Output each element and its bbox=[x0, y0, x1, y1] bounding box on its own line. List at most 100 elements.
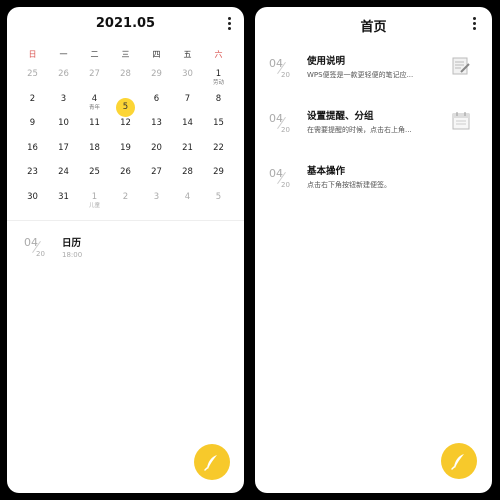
day-number: 27 bbox=[89, 69, 100, 79]
day-number: 28 bbox=[182, 167, 193, 177]
calendar-day[interactable]: 18 bbox=[79, 143, 110, 166]
calendar-day[interactable]: 19 bbox=[110, 143, 141, 166]
calendar-day[interactable]: 26 bbox=[48, 69, 79, 92]
calendar-day[interactable]: 27 bbox=[79, 69, 110, 92]
day-number: 29 bbox=[213, 167, 224, 177]
calendar-day[interactable]: 26 bbox=[110, 167, 141, 190]
divider bbox=[7, 220, 244, 221]
calendar-day[interactable]: 23 bbox=[17, 167, 48, 190]
calendar-day[interactable]: 5 bbox=[203, 192, 234, 215]
day-number: 1 bbox=[91, 191, 98, 202]
calendar-day[interactable]: 25 bbox=[17, 69, 48, 92]
calendar-day[interactable]: 24 bbox=[48, 167, 79, 190]
calendar-header: 2021.05 bbox=[7, 7, 244, 43]
day-number: 3 bbox=[60, 93, 67, 104]
day-number: 1 bbox=[215, 69, 222, 79]
feather-pen-icon bbox=[451, 454, 464, 470]
day-number: 3 bbox=[153, 191, 160, 202]
weekday-label: 六 bbox=[214, 50, 223, 59]
calendar-day[interactable]: 25 bbox=[79, 167, 110, 190]
day-number: 28 bbox=[120, 69, 131, 79]
calendar-day[interactable]: 2 bbox=[110, 192, 141, 215]
calendar-day[interactable]: 22 bbox=[203, 143, 234, 166]
note-preview: 在需要提醒的时候，点击右上角... bbox=[307, 126, 412, 134]
home-screen: 首页 04 20 使用说明 WPS便签是一款更轻便的笔记应... 04 20 设… bbox=[255, 7, 492, 493]
day-number: 30 bbox=[27, 191, 38, 202]
day-number: 20 bbox=[151, 142, 162, 153]
weekday-label: 三 bbox=[121, 50, 130, 59]
day-number: 18 bbox=[89, 142, 100, 153]
more-vertical-icon[interactable] bbox=[473, 17, 477, 31]
calendar-day[interactable]: 30 bbox=[17, 192, 48, 215]
feather-pen-icon bbox=[204, 455, 217, 471]
holiday-label: 劳动 bbox=[212, 80, 224, 86]
day-number: 25 bbox=[27, 69, 38, 79]
home-header: 首页 bbox=[255, 7, 492, 43]
day-number: 24 bbox=[58, 167, 69, 177]
day-number: 2 bbox=[29, 93, 36, 104]
calendar-day[interactable]: 29 bbox=[141, 69, 172, 92]
weekday-header: 日一二三四五六 bbox=[17, 49, 235, 63]
calendar-day[interactable]: 10 bbox=[48, 118, 79, 141]
note-date: 04 20 bbox=[269, 57, 290, 79]
day-number: 4 bbox=[91, 93, 98, 104]
new-note-button[interactable] bbox=[441, 443, 477, 479]
day-number: 10 bbox=[58, 118, 69, 128]
day-number: 8 bbox=[215, 93, 222, 104]
day-number: 22 bbox=[213, 142, 224, 153]
calendar-day[interactable]: 29 bbox=[203, 167, 234, 190]
new-note-button[interactable] bbox=[194, 444, 230, 480]
calendar-day[interactable]: 17 bbox=[48, 143, 79, 166]
calendar-day[interactable]: 27 bbox=[141, 167, 172, 190]
more-vertical-icon[interactable] bbox=[228, 17, 232, 31]
calendar-day[interactable]: 12 bbox=[110, 118, 141, 141]
day-number: 27 bbox=[151, 167, 162, 177]
day-number: 13 bbox=[151, 118, 162, 128]
calendar-day[interactable]: 16 bbox=[17, 143, 48, 166]
calendar-day[interactable]: 30 bbox=[172, 69, 203, 92]
calendar-day[interactable]: 14 bbox=[172, 118, 203, 141]
day-number: 26 bbox=[120, 167, 131, 177]
note-time: 18:00 bbox=[62, 251, 83, 259]
calendar-day[interactable]: 4 bbox=[172, 192, 203, 215]
note-title: 日历 bbox=[62, 238, 82, 249]
weekday-label: 五 bbox=[183, 50, 192, 59]
note-date: 04 20 bbox=[24, 236, 45, 258]
day-number: 4 bbox=[184, 191, 191, 202]
day-number: 15 bbox=[213, 118, 224, 128]
note-preview: WPS便签是一款更轻便的笔记应... bbox=[307, 71, 414, 79]
note-title: 使用说明 bbox=[307, 56, 346, 67]
day-number: 25 bbox=[89, 167, 100, 177]
calendar-day[interactable]: 28 bbox=[110, 69, 141, 92]
calendar-day[interactable]: 9 bbox=[17, 118, 48, 141]
calendar-day[interactable]: 7 bbox=[172, 94, 203, 117]
calendar-day[interactable]: 1 儿童 bbox=[79, 192, 110, 215]
note-title: 设置提醒、分组 bbox=[307, 111, 374, 122]
calendar-day[interactable]: 3 bbox=[48, 94, 79, 117]
calendar-day[interactable]: 11 bbox=[79, 118, 110, 141]
weekday-label: 四 bbox=[152, 50, 161, 59]
day-number: 26 bbox=[58, 69, 69, 79]
calendar-day[interactable]: 28 bbox=[172, 167, 203, 190]
calendar-day[interactable]: 8 bbox=[203, 94, 234, 117]
day-number: 19 bbox=[120, 142, 131, 153]
day-number: 14 bbox=[182, 118, 193, 128]
day-number: 29 bbox=[151, 69, 162, 79]
page-title: 首页 bbox=[360, 20, 387, 35]
note-date: 04 20 bbox=[269, 167, 290, 189]
day-number: 16 bbox=[27, 142, 38, 153]
calendar-day[interactable]: 13 bbox=[141, 118, 172, 141]
day-number: 2 bbox=[122, 191, 129, 202]
day-number: 23 bbox=[27, 167, 38, 177]
calendar-day[interactable]: 20 bbox=[141, 143, 172, 166]
calendar-month-title[interactable]: 2021.05 bbox=[7, 16, 244, 31]
calendar-day[interactable]: 6 bbox=[141, 94, 172, 117]
calendar-day[interactable]: 3 bbox=[141, 192, 172, 215]
calendar-day[interactable]: 15 bbox=[203, 118, 234, 141]
calendar-day-today[interactable]: 5 bbox=[110, 94, 141, 117]
calendar-day[interactable]: 31 bbox=[48, 192, 79, 215]
calendar-day[interactable]: 2 bbox=[17, 94, 48, 117]
calendar-day[interactable]: 1 劳动 bbox=[203, 69, 234, 92]
calendar-day[interactable]: 4 青年 bbox=[79, 94, 110, 117]
calendar-day[interactable]: 21 bbox=[172, 143, 203, 166]
